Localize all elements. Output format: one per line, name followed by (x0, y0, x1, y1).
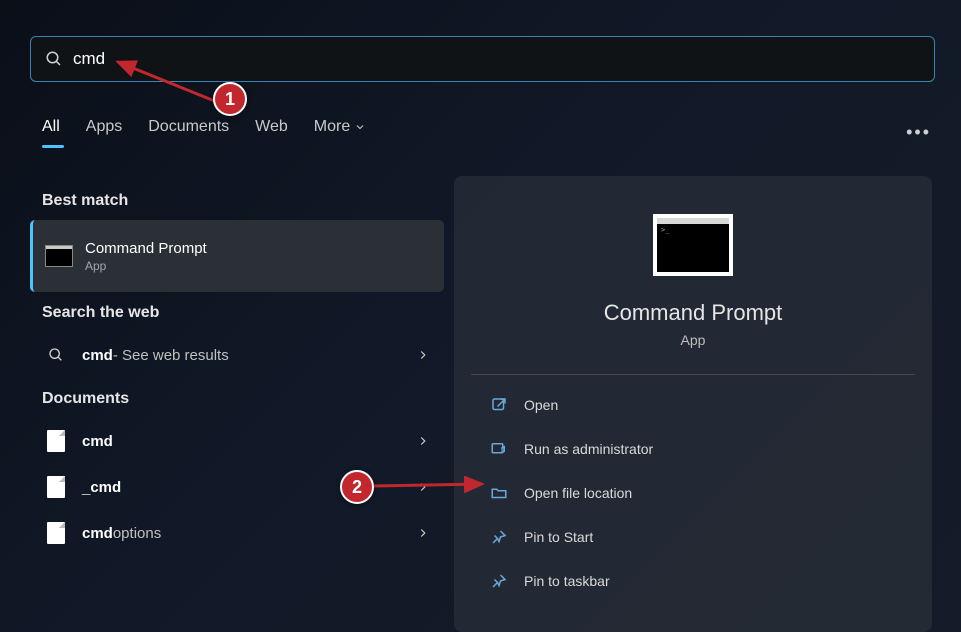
document-icon (47, 476, 65, 498)
best-match-subtitle: App (85, 259, 207, 273)
section-documents: Documents (42, 390, 444, 408)
web-result-item[interactable]: cmd - See web results (30, 332, 444, 378)
annotation-callout-2: 2 (340, 470, 374, 504)
more-options-button[interactable]: ••• (906, 122, 931, 143)
action-label: Open file location (524, 485, 632, 501)
document-icon (47, 522, 65, 544)
results-left-column: Best match Command Prompt App Search the… (30, 180, 444, 556)
tab-documents[interactable]: Documents (148, 118, 229, 144)
open-icon (490, 396, 508, 414)
section-best-match: Best match (42, 192, 444, 210)
doc-rest: options (113, 525, 161, 542)
folder-icon (490, 484, 508, 502)
action-pin-taskbar[interactable]: Pin to taskbar (484, 559, 902, 603)
search-icon (45, 50, 63, 68)
action-label: Pin to Start (524, 529, 593, 545)
tab-apps[interactable]: Apps (86, 118, 122, 144)
search-tabs: All Apps Documents Web More (42, 118, 366, 144)
chevron-right-icon (416, 434, 430, 448)
pin-icon (490, 572, 508, 590)
chevron-right-icon (416, 526, 430, 540)
search-icon (48, 347, 64, 363)
action-label: Run as administrator (524, 441, 653, 457)
chevron-down-icon (354, 121, 366, 133)
doc-pre: _ (82, 479, 90, 496)
detail-panel: Command Prompt App Open Run as administr… (454, 176, 932, 632)
divider (471, 374, 915, 375)
detail-title: Command Prompt (604, 300, 783, 326)
best-match-title: Command Prompt (85, 240, 207, 257)
tab-all[interactable]: All (42, 118, 60, 144)
tab-more-label: More (314, 118, 350, 136)
action-open-location[interactable]: Open file location (484, 471, 902, 515)
web-result-rest: - See web results (113, 347, 229, 364)
annotation-callout-1: 1 (213, 82, 247, 116)
shield-admin-icon (490, 440, 508, 458)
doc-bold: cmd (82, 525, 113, 542)
detail-subtitle: App (681, 332, 706, 348)
app-icon-frame (653, 214, 733, 276)
document-icon (47, 430, 65, 452)
tab-more[interactable]: More (314, 118, 366, 144)
chevron-right-icon (416, 348, 430, 362)
cmd-app-icon (657, 218, 729, 272)
annotation-arrow-2 (370, 476, 490, 496)
tab-web[interactable]: Web (255, 118, 288, 144)
cmd-thumbnail-icon (45, 245, 73, 267)
action-label: Pin to taskbar (524, 573, 610, 589)
web-result-bold: cmd (82, 347, 113, 364)
action-open[interactable]: Open (484, 383, 902, 427)
action-run-admin[interactable]: Run as administrator (484, 427, 902, 471)
document-item[interactable]: cmd (30, 418, 444, 464)
action-pin-start[interactable]: Pin to Start (484, 515, 902, 559)
action-label: Open (524, 397, 558, 413)
section-search-web: Search the web (42, 304, 444, 322)
pin-icon (490, 528, 508, 546)
doc-bold: cmd (90, 479, 121, 496)
doc-bold: cmd (82, 433, 113, 450)
document-item[interactable]: cmd options (30, 510, 444, 556)
best-match-item[interactable]: Command Prompt App (30, 220, 444, 292)
